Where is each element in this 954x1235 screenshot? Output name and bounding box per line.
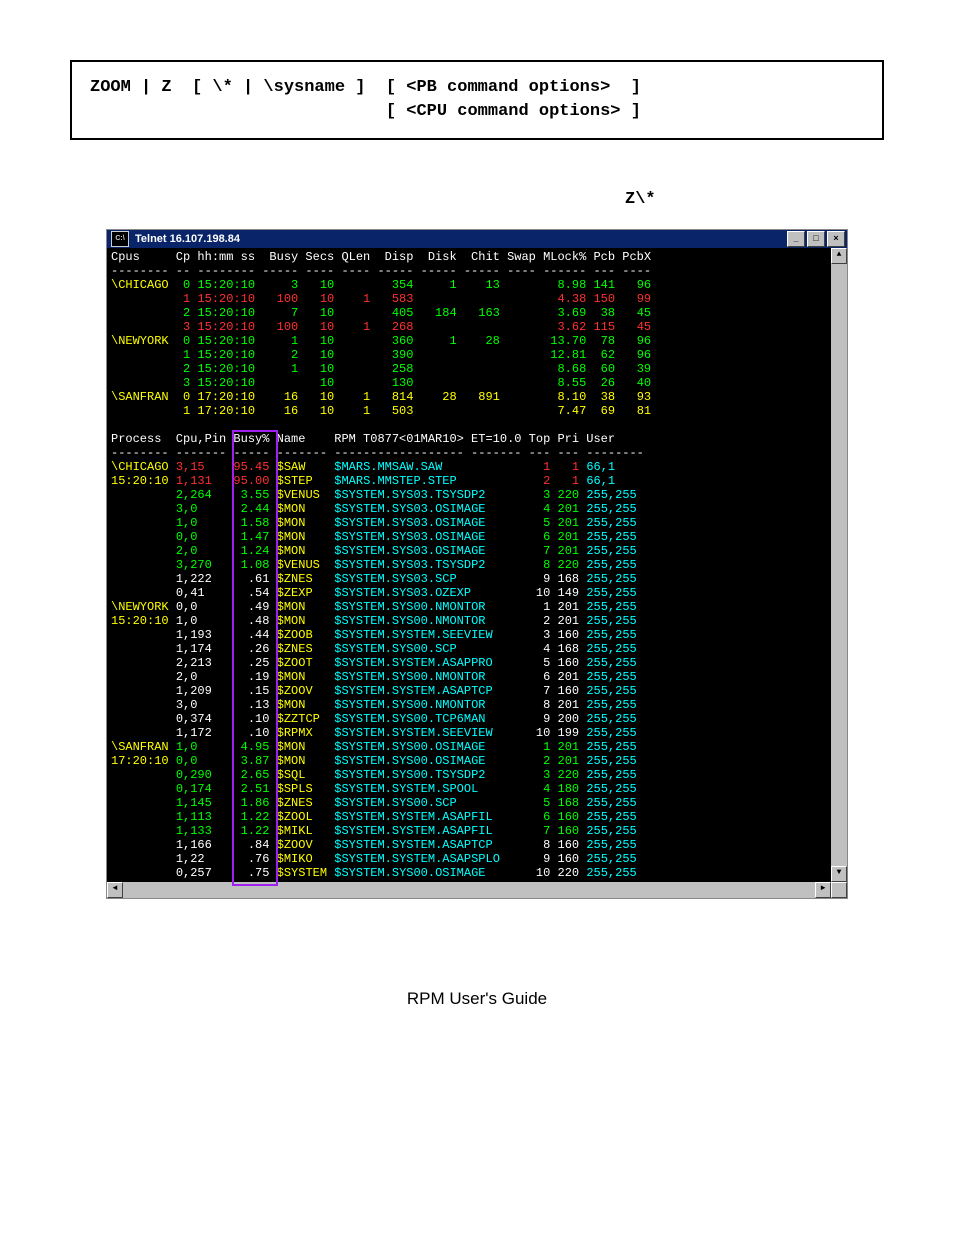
window-title: Telnet 16.107.198.84 (133, 233, 787, 245)
horizontal-scrollbar[interactable]: ◄ ► (107, 882, 847, 898)
command-example: Z\* (625, 190, 884, 209)
footer-text: RPM User's Guide (70, 989, 884, 1009)
scroll-up-icon[interactable]: ▲ (831, 248, 847, 264)
titlebar[interactable]: C:\ Telnet 16.107.198.84 _ □ × (107, 230, 847, 248)
scroll-right-icon[interactable]: ► (815, 882, 831, 898)
telnet-icon: C:\ (111, 231, 129, 247)
syntax-box: ZOOM | Z [ \* | \sysname ] [ <PB command… (70, 60, 884, 140)
minimize-button[interactable]: _ (787, 231, 805, 247)
terminal-output: Cpus Cp hh:mm ss Busy Secs QLen Disp Dis… (107, 248, 831, 882)
resize-grip[interactable] (831, 882, 847, 898)
close-button[interactable]: × (827, 231, 845, 247)
scroll-down-icon[interactable]: ▼ (831, 866, 847, 882)
scroll-left-icon[interactable]: ◄ (107, 882, 123, 898)
vertical-scrollbar[interactable]: ▲ ▼ (831, 248, 847, 882)
telnet-window: C:\ Telnet 16.107.198.84 _ □ × Cpus Cp h… (106, 229, 848, 899)
maximize-button[interactable]: □ (807, 231, 825, 247)
